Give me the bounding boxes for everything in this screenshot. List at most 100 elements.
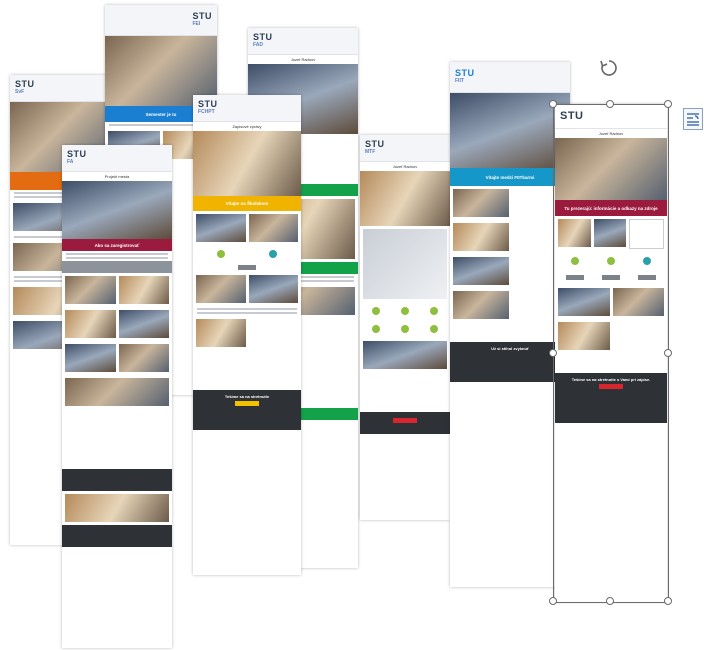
- book-icon: [269, 250, 278, 258]
- stu-logo: STU FIIT: [455, 68, 475, 85]
- register-button[interactable]: [393, 418, 417, 423]
- card-row: [450, 254, 570, 288]
- card-image: [593, 219, 627, 247]
- card-row: [360, 338, 450, 372]
- greeting: Projekt mesta: [104, 174, 130, 179]
- resize-handle-s[interactable]: [606, 597, 614, 605]
- card-image: [363, 341, 447, 369]
- resize-handle-se[interactable]: [664, 597, 672, 605]
- book-icon: [643, 257, 652, 265]
- card-row: [193, 272, 301, 306]
- icon-row: [193, 245, 301, 263]
- resize-handle-nw[interactable]: [549, 100, 557, 108]
- doc-icon: [401, 307, 409, 315]
- resize-handle-ne[interactable]: [664, 100, 672, 108]
- card-row: [62, 491, 172, 525]
- card-image: [65, 494, 169, 522]
- hero-band: Tu prezerajú: informácie a odkazy na zdr…: [555, 200, 667, 216]
- icon-row: [360, 320, 450, 338]
- card-row: [555, 285, 667, 319]
- card-row: [450, 220, 570, 254]
- stu-logo: STU FEI: [192, 11, 212, 28]
- resize-handle-w[interactable]: [549, 349, 557, 357]
- stu-logo: STU FA: [67, 149, 87, 166]
- hero-photo: [555, 138, 667, 200]
- chat-icon: [372, 307, 380, 315]
- newsletter-footer: [62, 525, 172, 547]
- icon-row: [555, 252, 667, 270]
- text-block: [613, 322, 665, 350]
- rotate-icon[interactable]: [599, 58, 619, 78]
- text-wrap-icon[interactable]: [683, 108, 703, 130]
- stu-logo: STU: [560, 110, 584, 122]
- text-line: [197, 312, 297, 314]
- card-row: [450, 186, 570, 220]
- newsletter-footer: [62, 469, 172, 491]
- hero-band: Vitajte na Školskom: [193, 196, 301, 211]
- text-block: [249, 319, 299, 347]
- card-row: [450, 288, 570, 322]
- stu-logo: STU MTF: [365, 139, 385, 156]
- card-image: [453, 291, 509, 319]
- newsletter-footer: [360, 412, 450, 434]
- newsletter-selected[interactable]: STU Jozef Radnov Tu prezerajú: informáci…: [555, 104, 667, 602]
- register-button[interactable]: [235, 401, 259, 406]
- calendar-icon: [401, 325, 409, 333]
- text-line: [197, 308, 297, 310]
- resize-handle-n[interactable]: [606, 100, 614, 108]
- hero-photo: [193, 131, 301, 196]
- card-row: [62, 375, 172, 409]
- hero-photo: [62, 181, 172, 239]
- card-image: [118, 310, 169, 338]
- newsletter-header: STU FA: [62, 145, 172, 172]
- more-button[interactable]: [638, 275, 657, 280]
- newsletter-mtf[interactable]: STU MTF Jozef Radnov: [360, 135, 450, 520]
- text-line: [66, 253, 168, 255]
- book-icon: [430, 307, 438, 315]
- card-image: [65, 344, 116, 372]
- newsletter-footer: Už si stihol zvyknúť: [450, 342, 570, 382]
- info-icon: [372, 325, 380, 333]
- card-row: [555, 319, 667, 353]
- card-image: [453, 257, 509, 285]
- greeting: Zapisové zprávy: [232, 124, 262, 129]
- card-image: [196, 275, 246, 303]
- newsletter-footer: Tešíme sa na stretnutie: [193, 390, 301, 430]
- newsletter-header: STU FIIT: [450, 62, 570, 93]
- stu-logo: STU FCHPT: [198, 99, 218, 116]
- footer-text: Tešíme sa na stretnutie s Vami pri zápis…: [571, 377, 651, 382]
- stu-logo: STU SvF: [15, 79, 35, 96]
- button-row: [555, 270, 667, 285]
- footer-text: Tešíme sa na stretnutie: [224, 394, 270, 399]
- greeting: Jozef Radnov: [598, 131, 624, 136]
- card-image: [65, 276, 116, 304]
- hero-band: Ako sa zaregistrovať: [62, 239, 172, 251]
- card-row: [62, 341, 172, 375]
- more-button[interactable]: [565, 275, 584, 280]
- campus-map: [363, 229, 447, 299]
- more-button[interactable]: [601, 275, 620, 280]
- card-image: [453, 223, 509, 251]
- register-button[interactable]: [599, 384, 623, 389]
- card-image: [453, 189, 509, 217]
- hero-photo: [360, 171, 450, 226]
- stu-logo: STU FAD: [253, 32, 273, 49]
- newsletter-header: STU FCHPT: [193, 95, 301, 122]
- card-image: [612, 288, 664, 316]
- card-image: [118, 344, 169, 372]
- card-row: [193, 316, 301, 350]
- more-button[interactable]: [238, 265, 256, 270]
- newsletter-header: STU MTF: [360, 135, 450, 162]
- card-row: [62, 307, 172, 341]
- newsletter-fa[interactable]: STU FA Projekt mesta Ako sa zaregistrovať: [62, 145, 172, 648]
- card-image: [248, 214, 298, 242]
- card-image: [118, 276, 169, 304]
- card-row: [193, 211, 301, 245]
- newsletter-fchpt[interactable]: STU FCHPT Zapisové zprávy Vitajte na Škol…: [193, 95, 301, 575]
- greeting: Jozef Radnov: [392, 164, 418, 169]
- newsletter-fiit[interactable]: STU FIIT Vitajte medzi FIITkarmi Už si st…: [450, 62, 570, 587]
- text-line: [66, 257, 168, 259]
- chat-icon: [216, 250, 225, 258]
- resize-handle-sw[interactable]: [549, 597, 557, 605]
- resize-handle-e[interactable]: [664, 349, 672, 357]
